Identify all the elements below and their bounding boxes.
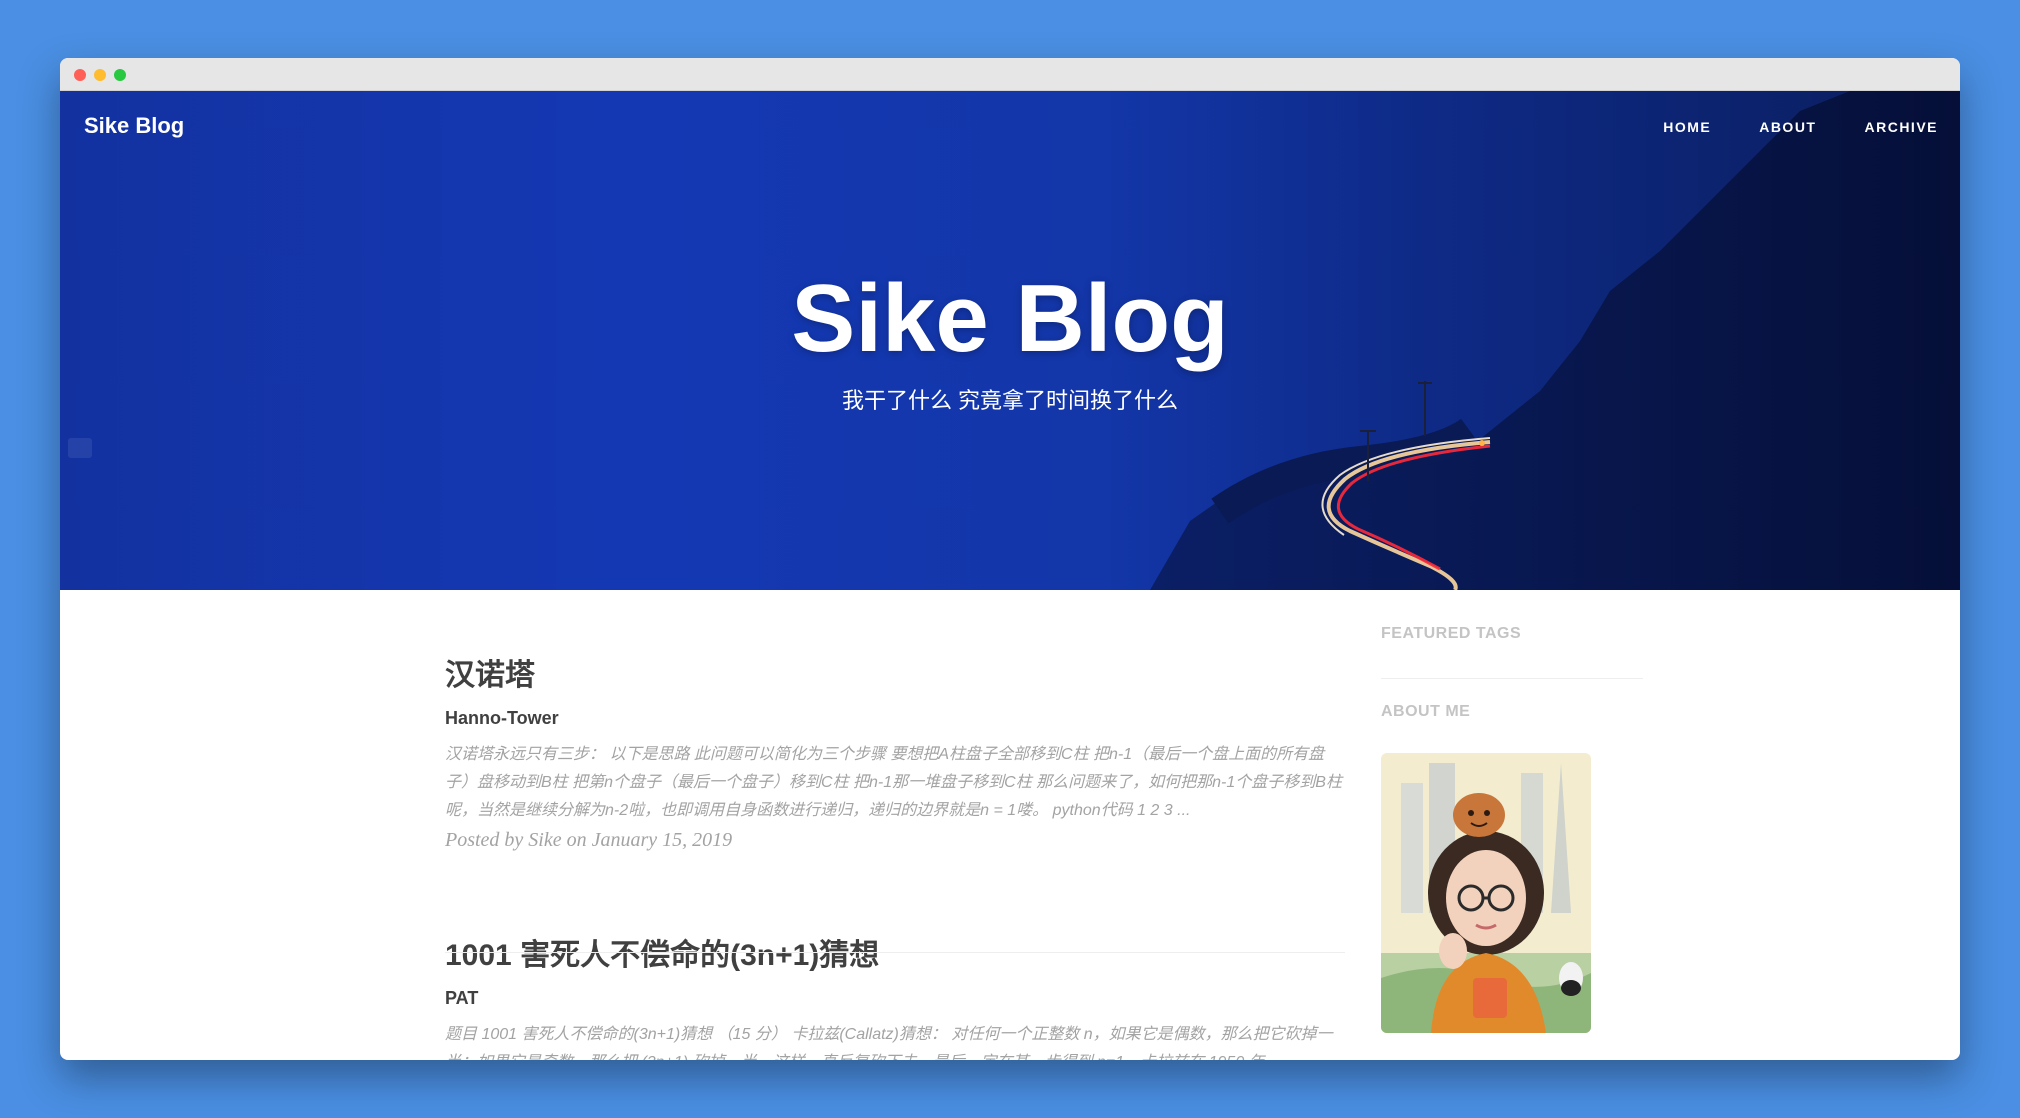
post-title[interactable]: 汉诺塔 bbox=[445, 650, 1345, 694]
post-subtitle[interactable]: PAT bbox=[445, 988, 1345, 1009]
post-meta: Posted by Sike on January 15, 2019 bbox=[445, 829, 733, 851]
post-divider bbox=[445, 952, 1345, 953]
nav-home[interactable]: HOME bbox=[1663, 119, 1711, 135]
main-content: 汉诺塔 Hanno-Tower 汉诺塔永远只有三步： 以下是思路 此问题可以简化… bbox=[60, 590, 1960, 1060]
avatar[interactable] bbox=[1381, 753, 1591, 1033]
hero-subtitle: 我干了什么 究竟拿了时间换了什么 bbox=[841, 388, 1179, 413]
main-nav: HOME ABOUT ARCHIVE bbox=[1663, 119, 1938, 135]
featured-tags-heading: FEATURED TAGS bbox=[1381, 625, 1522, 642]
nav-archive[interactable]: ARCHIVE bbox=[1864, 119, 1938, 135]
post-excerpt: 题目 1001 害死人不偿命的(3n+1)猜想 （15 分） 卡拉兹(Calla… bbox=[445, 1026, 1333, 1060]
sidebar-divider bbox=[1381, 678, 1643, 679]
side-tab[interactable] bbox=[68, 438, 92, 458]
post-excerpt: 汉诺塔永远只有三步： 以下是思路 此问题可以简化为三个步骤 要想把A柱盘子全部移… bbox=[445, 746, 1342, 819]
close-window-button[interactable] bbox=[74, 69, 86, 81]
hero-header: Sike Blog HOME ABOUT ARCHIVE Sike Blog 我… bbox=[60, 91, 1960, 590]
window-titlebar bbox=[60, 58, 1960, 91]
avatar-illustration-icon bbox=[1381, 753, 1591, 1033]
brand-link[interactable]: Sike Blog bbox=[84, 113, 184, 139]
maximize-window-button[interactable] bbox=[114, 69, 126, 81]
post-preview[interactable]: 1001 害死人不偿命的(3n+1)猜想 PAT 题目 1001 害死人不偿命的… bbox=[445, 930, 1345, 1060]
browser-window: Sike Blog HOME ABOUT ARCHIVE Sike Blog 我… bbox=[60, 58, 1960, 1060]
about-me-heading: ABOUT ME bbox=[1381, 703, 1471, 720]
post-preview[interactable]: 汉诺塔 Hanno-Tower 汉诺塔永远只有三步： 以下是思路 此问题可以简化… bbox=[445, 650, 1345, 852]
post-subtitle[interactable]: Hanno-Tower bbox=[445, 708, 1345, 729]
minimize-window-button[interactable] bbox=[94, 69, 106, 81]
nav-about[interactable]: ABOUT bbox=[1759, 119, 1816, 135]
hero-title: Sike Blog bbox=[791, 265, 1229, 372]
